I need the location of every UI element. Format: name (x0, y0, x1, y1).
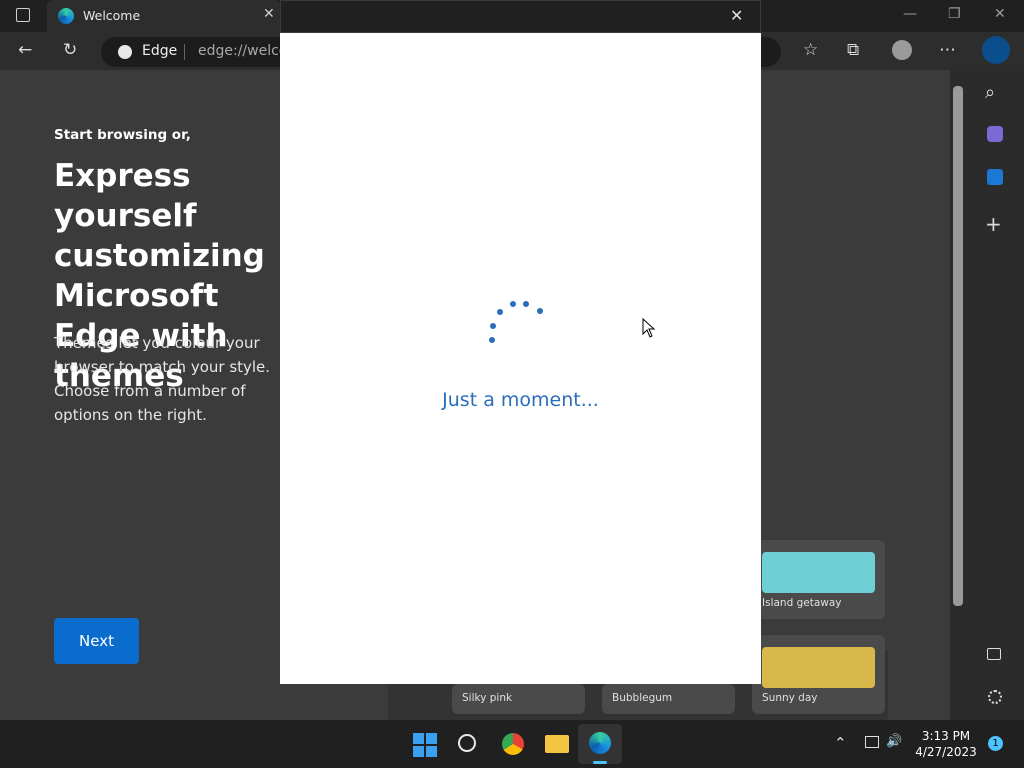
volume-icon[interactable]: 🔊 (886, 734, 902, 749)
loading-spinner-icon (489, 301, 543, 343)
theme-swatch (762, 552, 875, 593)
theme-card-bubblegum[interactable]: Bubblegum (602, 684, 735, 714)
theme-card-island-getaway[interactable]: Island getaway (752, 540, 885, 619)
theme-label: Island getaway (762, 597, 842, 609)
dialog-title-bar (280, 0, 761, 33)
minimize-icon[interactable]: — (903, 6, 917, 22)
edge-sidebar (966, 70, 1024, 720)
edge-taskbar-icon[interactable] (589, 732, 611, 754)
clock-date: 4/27/2023 (915, 745, 977, 759)
address-prefix: Edge (142, 43, 178, 59)
theme-label: Sunny day (762, 692, 818, 704)
sidebar-panel-icon[interactable] (987, 648, 1001, 660)
theme-label: Bubblegum (612, 692, 673, 704)
next-button[interactable]: Next (54, 618, 139, 664)
profile-avatar[interactable] (892, 40, 912, 60)
theme-card-silky-pink[interactable]: Silky pink (452, 684, 585, 714)
sidebar-add-icon[interactable]: + (985, 212, 1002, 236)
loading-message: Just a moment... (442, 389, 599, 411)
sidebar-settings-icon[interactable] (988, 690, 1002, 704)
refresh-icon[interactable]: ↻ (63, 40, 77, 60)
collections-icon[interactable]: ⧉ (847, 40, 859, 60)
bing-chat-icon[interactable] (982, 36, 1010, 64)
scrollbar-thumb[interactable] (953, 86, 963, 606)
mouse-cursor-icon (642, 318, 656, 338)
close-window-icon[interactable]: ✕ (994, 6, 1006, 22)
tab-actions-icon[interactable] (16, 8, 30, 22)
chrome-icon[interactable] (502, 733, 524, 755)
theme-swatch (762, 647, 875, 688)
favorites-icon[interactable]: ☆ (803, 40, 818, 60)
loading-dialog (280, 33, 761, 684)
maximize-icon[interactable]: ❐ (948, 6, 961, 22)
clock-time: 3:13 PM (921, 729, 971, 743)
more-options-icon[interactable]: ⋯ (939, 40, 956, 60)
address-divider (184, 44, 185, 60)
tab-close-icon[interactable]: ✕ (263, 6, 275, 22)
start-button[interactable] (413, 733, 437, 757)
tray-overflow-icon[interactable]: ⌃ (834, 734, 847, 752)
edge-logo-icon (58, 8, 74, 24)
theme-card-sunny-day[interactable]: Sunny day (752, 635, 885, 714)
welcome-kicker: Start browsing or, (54, 127, 191, 143)
back-icon[interactable]: ← (18, 40, 32, 60)
theme-label: Silky pink (462, 692, 513, 704)
welcome-description: Themes let you colour your browser to ma… (54, 334, 271, 424)
file-explorer-icon[interactable] (545, 735, 569, 753)
taskbar-clock[interactable]: 3:13 PM 4/27/2023 (912, 728, 980, 760)
edge-badge-icon (118, 45, 132, 59)
tab-welcome[interactable]: Welcome ✕ (47, 0, 281, 32)
tab-title: Welcome (83, 8, 141, 23)
dialog-close-icon[interactable]: ✕ (730, 6, 743, 25)
notification-badge[interactable]: 1 (988, 736, 1003, 751)
sidebar-copilot-icon[interactable] (987, 126, 1003, 142)
address-url: edge://welco (198, 43, 288, 59)
network-icon[interactable] (865, 736, 879, 748)
sidebar-outlook-icon[interactable] (987, 169, 1003, 185)
active-indicator (593, 761, 607, 764)
taskbar-search-icon[interactable] (458, 734, 476, 752)
sidebar-search-icon[interactable]: ⌕ (985, 82, 995, 103)
